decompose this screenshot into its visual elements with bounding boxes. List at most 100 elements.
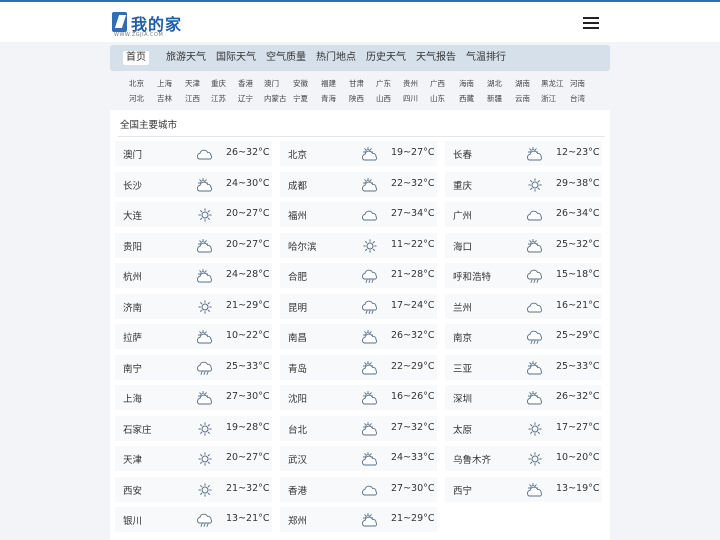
nav-item[interactable]: 历史天气	[366, 51, 406, 65]
city-name[interactable]: 石家庄	[123, 422, 152, 436]
city-weather-card[interactable]: 北京 19~27°C	[280, 141, 437, 166]
nav-item[interactable]: 热门地点	[316, 51, 356, 65]
region-link[interactable]: 青海	[321, 93, 336, 104]
region-link[interactable]: 吉林	[157, 93, 172, 104]
city-name[interactable]: 拉萨	[123, 330, 142, 344]
city-name[interactable]: 南昌	[288, 330, 307, 344]
city-name[interactable]: 郑州	[288, 513, 307, 527]
region-link[interactable]: 香港	[238, 78, 253, 89]
city-weather-card[interactable]: 天津 20~27°C	[115, 446, 272, 471]
city-name[interactable]: 天津	[123, 452, 142, 466]
city-weather-card[interactable]: 哈尔滨 11~22°C	[280, 232, 437, 258]
city-weather-card[interactable]: 郑州 21~29°C	[280, 507, 437, 532]
city-weather-card[interactable]: 西宁 13~19°C	[445, 476, 602, 502]
region-link[interactable]: 四川	[403, 93, 418, 104]
city-weather-card[interactable]: 石家庄 19~28°C	[115, 415, 272, 441]
city-weather-card[interactable]: 重庆 29~38°C	[445, 171, 602, 197]
region-link[interactable]: 河南	[570, 78, 585, 89]
city-name[interactable]: 长沙	[123, 178, 142, 192]
city-name[interactable]: 大连	[123, 208, 142, 222]
city-name[interactable]: 济南	[123, 300, 142, 314]
city-name[interactable]: 台北	[288, 422, 307, 436]
city-weather-card[interactable]: 沈阳 16~26°C	[280, 385, 437, 410]
city-name[interactable]: 兰州	[453, 300, 472, 314]
region-link[interactable]: 北京	[129, 78, 144, 89]
city-name[interactable]: 贵阳	[123, 239, 142, 253]
city-weather-card[interactable]: 广州 26~34°C	[445, 202, 602, 227]
region-link[interactable]: 山东	[430, 93, 445, 104]
city-name[interactable]: 合肥	[288, 269, 307, 283]
region-link[interactable]: 云南	[515, 93, 530, 104]
region-link[interactable]: 山西	[376, 93, 391, 104]
city-name[interactable]: 澳门	[123, 147, 142, 161]
city-weather-card[interactable]: 深圳 26~32°C	[445, 385, 602, 410]
city-name[interactable]: 南京	[453, 330, 472, 344]
region-link[interactable]: 湖北	[487, 78, 502, 89]
nav-item[interactable]: 气温排行	[466, 51, 506, 65]
city-weather-card[interactable]: 呼和浩特 15~18°C	[445, 263, 602, 288]
region-link[interactable]: 天津	[185, 78, 200, 89]
city-name[interactable]: 深圳	[453, 391, 472, 405]
region-link[interactable]: 上海	[157, 78, 172, 89]
city-name[interactable]: 香港	[288, 483, 307, 497]
city-name[interactable]: 上海	[123, 391, 142, 405]
city-weather-card[interactable]: 上海 27~30°C	[115, 385, 272, 410]
city-name[interactable]: 南宁	[123, 361, 142, 375]
city-weather-card[interactable]: 成都 22~32°C	[280, 171, 437, 197]
city-name[interactable]: 三亚	[453, 361, 472, 375]
region-link[interactable]: 贵州	[403, 78, 418, 89]
city-name[interactable]: 沈阳	[288, 391, 307, 405]
region-link[interactable]: 西藏	[459, 93, 474, 104]
city-weather-card[interactable]: 香港 27~30°C	[280, 476, 437, 502]
city-weather-card[interactable]: 杭州 24~28°C	[115, 263, 272, 288]
site-logo[interactable]: 我的家 WWW.ZGJIA.COM	[112, 12, 182, 40]
city-name[interactable]: 乌鲁木齐	[453, 452, 491, 466]
city-name[interactable]: 福州	[288, 208, 307, 222]
city-weather-card[interactable]: 南昌 26~32°C	[280, 324, 437, 349]
region-link[interactable]: 陕西	[349, 93, 364, 104]
city-weather-card[interactable]: 银川 13~21°C	[115, 507, 272, 532]
region-link[interactable]: 安徽	[293, 78, 308, 89]
city-weather-card[interactable]: 乌鲁木齐 10~20°C	[445, 446, 602, 471]
region-link[interactable]: 内蒙古	[264, 93, 287, 104]
city-weather-card[interactable]: 澳门 26~32°C	[115, 141, 272, 166]
region-link[interactable]: 宁夏	[293, 93, 308, 104]
region-link[interactable]: 重庆	[211, 78, 226, 89]
region-link[interactable]: 新疆	[487, 93, 502, 104]
city-name[interactable]: 呼和浩特	[453, 269, 491, 283]
nav-item[interactable]: 天气报告	[416, 51, 456, 65]
city-name[interactable]: 杭州	[123, 269, 142, 283]
city-weather-card[interactable]: 兰州 16~21°C	[445, 293, 602, 319]
region-link[interactable]: 台湾	[570, 93, 585, 104]
region-link[interactable]: 辽宁	[238, 93, 253, 104]
city-name[interactable]: 太原	[453, 422, 472, 436]
city-name[interactable]: 银川	[123, 513, 142, 527]
region-link[interactable]: 甘肃	[349, 78, 364, 89]
city-name[interactable]: 哈尔滨	[288, 239, 317, 253]
city-name[interactable]: 昆明	[288, 300, 307, 314]
city-name[interactable]: 北京	[288, 147, 307, 161]
city-name[interactable]: 广州	[453, 208, 472, 222]
city-weather-card[interactable]: 三亚 25~33°C	[445, 354, 602, 380]
region-link[interactable]: 广西	[430, 78, 445, 89]
nav-item[interactable]: 旅游天气	[166, 51, 206, 65]
city-name[interactable]: 长春	[453, 147, 472, 161]
region-link[interactable]: 澳门	[264, 78, 279, 89]
city-weather-card[interactable]: 大连 20~27°C	[115, 202, 272, 227]
region-link[interactable]: 湖南	[515, 78, 530, 89]
region-link[interactable]: 海南	[459, 78, 474, 89]
city-name[interactable]: 武汉	[288, 452, 307, 466]
region-link[interactable]: 黑龙江	[541, 78, 564, 89]
city-weather-card[interactable]: 武汉 24~33°C	[280, 446, 437, 471]
region-link[interactable]: 河北	[129, 93, 144, 104]
city-name[interactable]: 成都	[288, 178, 307, 192]
region-link[interactable]: 江西	[185, 93, 200, 104]
city-weather-card[interactable]: 合肥 21~28°C	[280, 263, 437, 288]
nav-item[interactable]: 首页	[123, 51, 149, 65]
city-weather-card[interactable]: 贵阳 20~27°C	[115, 232, 272, 258]
city-weather-card[interactable]: 海口 25~32°C	[445, 232, 602, 258]
region-link[interactable]: 浙江	[541, 93, 556, 104]
city-weather-card[interactable]: 昆明 17~24°C	[280, 293, 437, 319]
region-link[interactable]: 广东	[376, 78, 391, 89]
city-weather-card[interactable]: 青岛 22~29°C	[280, 354, 437, 380]
